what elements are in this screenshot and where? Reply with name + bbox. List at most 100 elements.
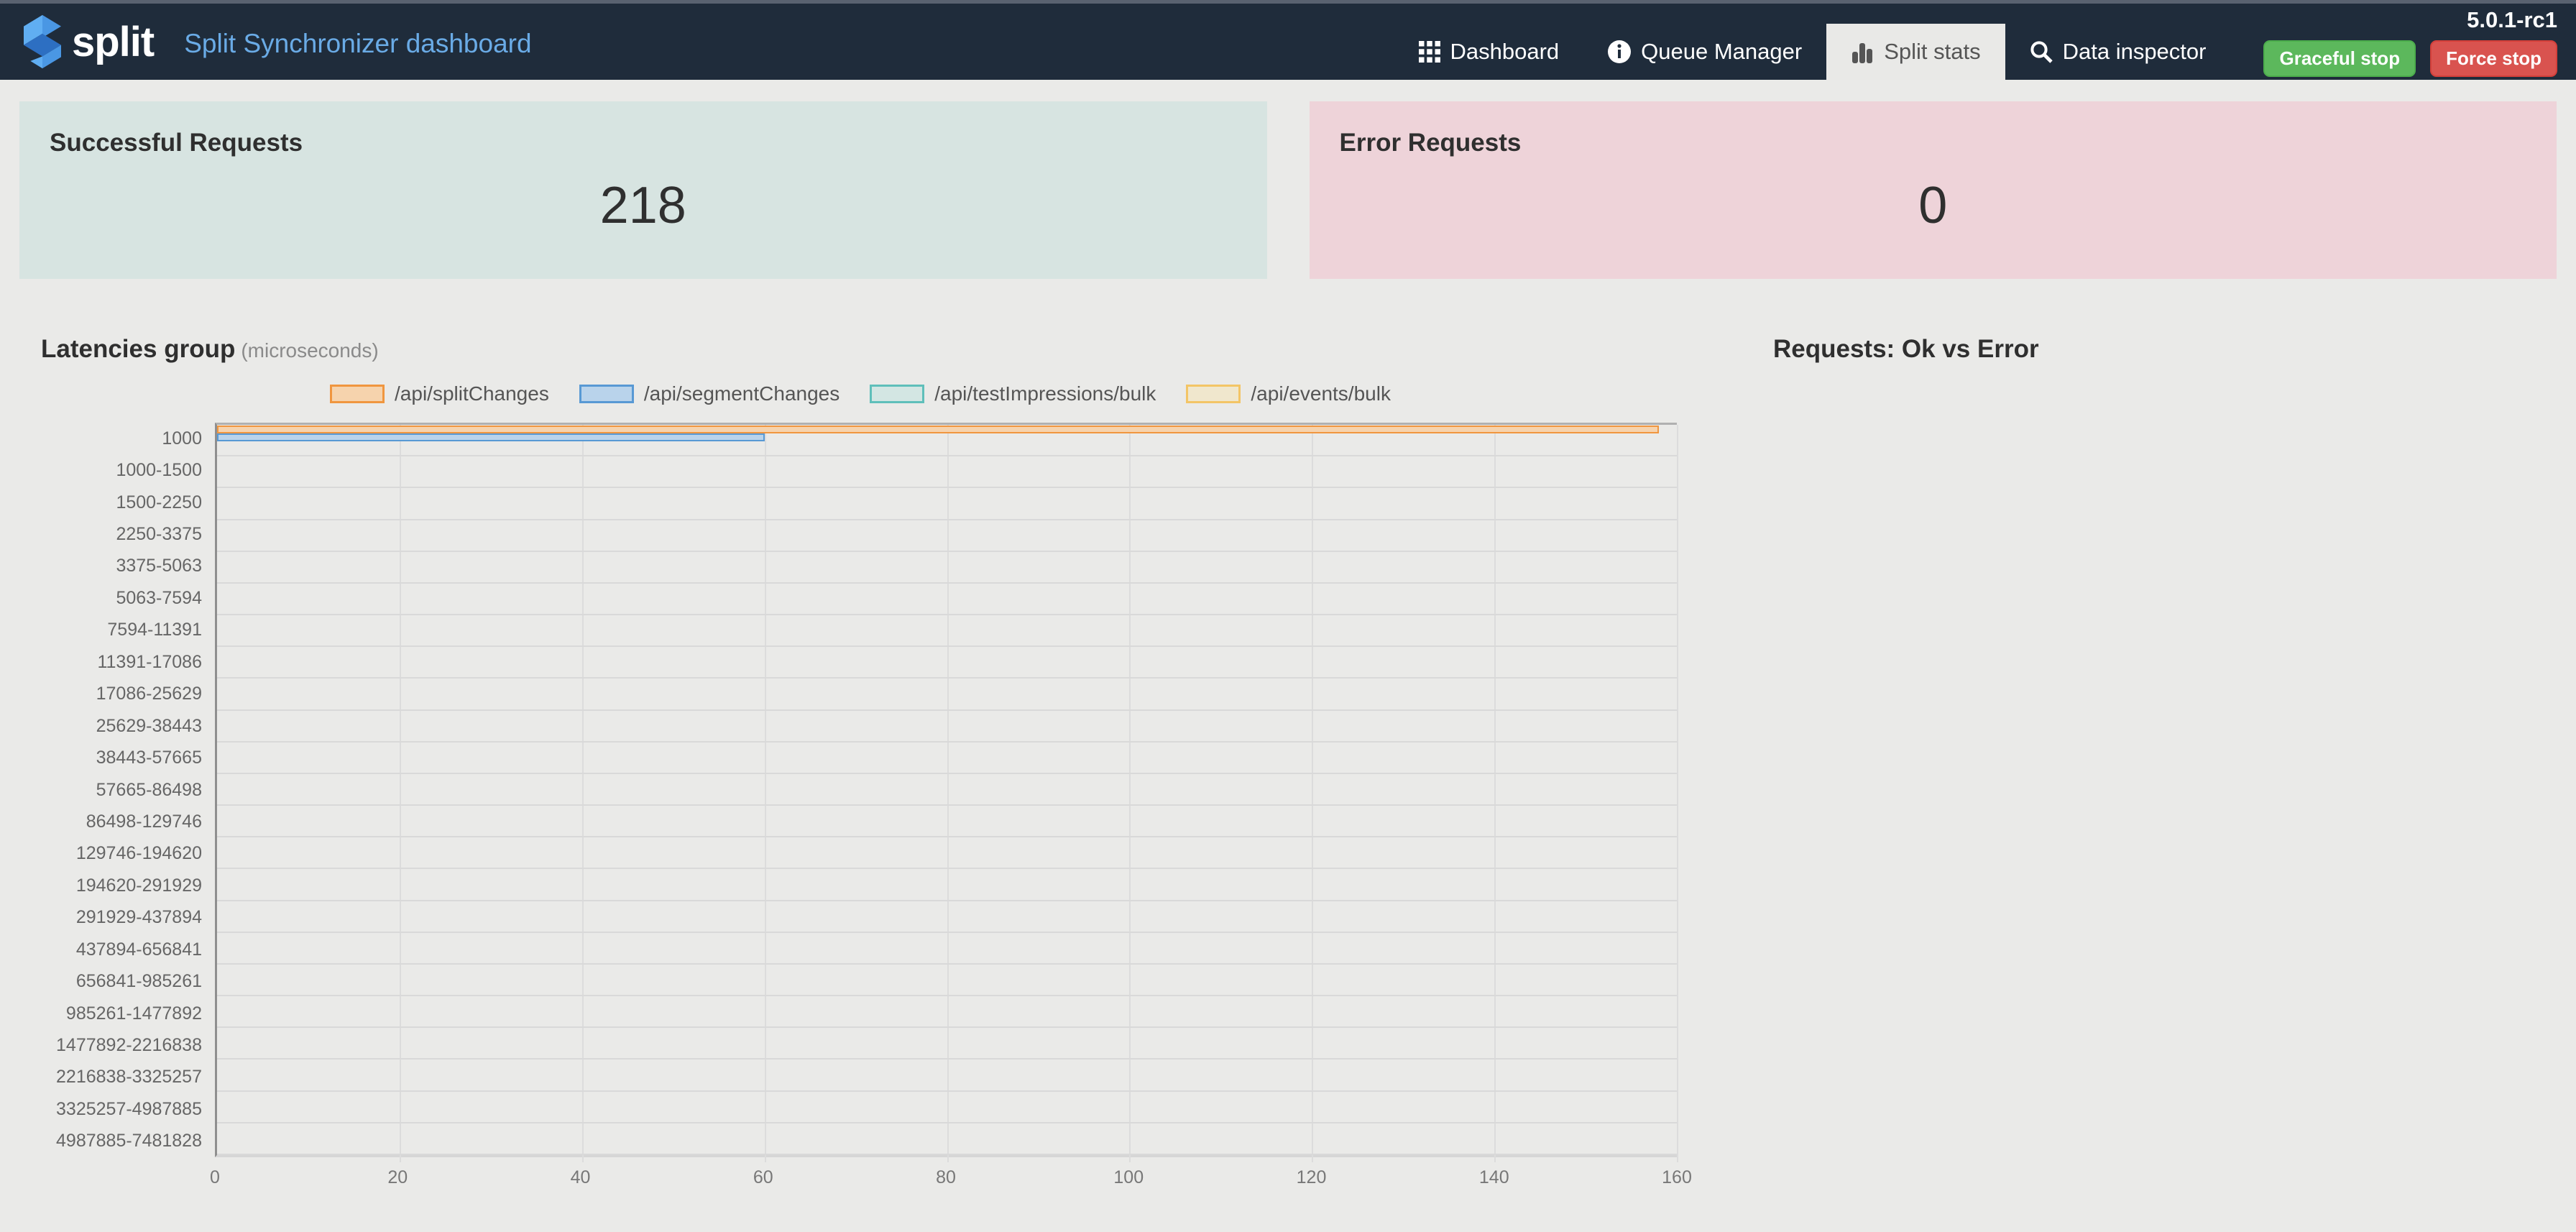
x-axis-label: 100 (1113, 1167, 1144, 1188)
bar-slot (217, 1146, 1677, 1154)
latencies-title-text: Latencies group (41, 335, 235, 363)
bar-slot (217, 901, 1677, 909)
stop-buttons: Graceful stop Force stop (2263, 40, 2557, 77)
bar-slot (217, 1107, 1677, 1115)
bar-slot (217, 885, 1677, 893)
bar-slot (217, 1139, 1677, 1146)
y-axis-label: 38443-57665 (19, 742, 215, 773)
bar-slot (217, 591, 1677, 599)
chart-row (217, 456, 1677, 488)
successful-requests-value: 218 (50, 176, 1237, 235)
bar-slot (217, 765, 1677, 773)
y-axis-label: 1000-1500 (19, 454, 215, 486)
chart-row (217, 679, 1677, 710)
y-axis-label: 57665-86498 (19, 774, 215, 806)
x-axis-label: 140 (1479, 1167, 1509, 1188)
error-requests-card: Error Requests 0 (1310, 101, 2557, 279)
latency-x-axis: 020406080100120140160 (215, 1157, 1677, 1193)
bar-slot (217, 535, 1677, 543)
nav-item-data-inspector[interactable]: Data inspector (2005, 24, 2231, 80)
charts-row: Latencies group(microseconds) /api/split… (19, 335, 2557, 1193)
y-axis-label: 2250-3375 (19, 518, 215, 550)
bar-slot (217, 464, 1677, 472)
latency-y-labels: 10001000-15001500-22502250-33753375-5063… (19, 423, 215, 1157)
bar-slot (217, 630, 1677, 638)
bar-slot (217, 789, 1677, 797)
bar-slot (217, 924, 1677, 932)
bar-slot (217, 1067, 1677, 1075)
legend-swatch-icon (1186, 385, 1241, 403)
bar-slot (217, 1019, 1677, 1027)
y-axis-label: 1000 (19, 423, 215, 454)
bar-slot (217, 955, 1677, 963)
error-requests-value: 0 (1340, 176, 2527, 235)
bar-slot (217, 711, 1677, 719)
brand-name: split (72, 18, 154, 66)
chart-row (217, 901, 1677, 933)
x-axis-label: 120 (1297, 1167, 1327, 1188)
bar-slot (217, 1092, 1677, 1100)
axis-corner-spacer (19, 1157, 215, 1193)
force-stop-button[interactable]: Force stop (2430, 40, 2557, 77)
chart-row (217, 1092, 1677, 1123)
bar-slot (217, 814, 1677, 822)
nav-item-queue-manager[interactable]: Queue Manager (1583, 24, 1826, 80)
bar-slot (217, 860, 1677, 868)
page-title: Split Synchronizer dashboard (184, 29, 531, 59)
graceful-stop-button[interactable]: Graceful stop (2263, 40, 2416, 77)
y-axis-label: 11391-17086 (19, 646, 215, 678)
chart-row (217, 996, 1677, 1028)
legend-swatch-icon (870, 385, 924, 403)
legend-label: /api/events/bulk (1251, 382, 1391, 405)
requests-chart-title: Requests: Ok vs Error (1773, 335, 2557, 364)
nav-item-label: Queue Manager (1641, 39, 1802, 65)
bar-slot (217, 806, 1677, 814)
bar-slot (217, 758, 1677, 766)
legend-item[interactable]: /api/events/bulk (1186, 382, 1391, 405)
bar-slot (217, 797, 1677, 805)
chart-row (217, 647, 1677, 679)
y-axis-label: 25629-38443 (19, 710, 215, 742)
requests-section: Requests: Ok vs Error (1701, 335, 2557, 1193)
x-axis-label: 160 (1662, 1167, 1692, 1188)
bar-slot (217, 655, 1677, 663)
bar-slot (217, 996, 1677, 1004)
info-icon (1608, 40, 1631, 63)
chart-row (217, 743, 1677, 774)
bar-slot (217, 1082, 1677, 1090)
bar-slot (217, 940, 1677, 948)
legend-item[interactable]: /api/testImpressions/bulk (870, 382, 1156, 405)
bar-slot (217, 503, 1677, 511)
gridline (1677, 425, 1678, 1162)
latencies-section: Latencies group(microseconds) /api/split… (19, 335, 1701, 1193)
bar-slot (217, 456, 1677, 464)
bar-slot (217, 781, 1677, 789)
nav-item-split-stats[interactable]: Split stats (1826, 24, 2005, 80)
bar-slot (217, 472, 1677, 479)
bar-slot (217, 821, 1677, 829)
bar-slot (217, 972, 1677, 980)
y-axis-label: 3325257-4987885 (19, 1093, 215, 1125)
legend-swatch-icon (579, 385, 634, 403)
bar-slot (217, 511, 1677, 519)
chart-row (217, 933, 1677, 965)
bar-slot (217, 694, 1677, 702)
nav-item-dashboard[interactable]: Dashboard (1394, 24, 1584, 80)
legend-item[interactable]: /api/segmentChanges (579, 382, 840, 405)
y-axis-label: 129746-194620 (19, 838, 215, 870)
bar-slot (217, 718, 1677, 726)
bar-slot (217, 750, 1677, 758)
nav-right: 5.0.1-rc1 Graceful stop Force stop (2263, 4, 2557, 80)
bar-slot (217, 440, 1677, 448)
bar-slot (217, 528, 1677, 535)
bar-slot (217, 1036, 1677, 1044)
bar-slot (217, 448, 1677, 456)
legend-label: /api/splitChanges (395, 382, 549, 405)
legend-item[interactable]: /api/splitChanges (330, 382, 549, 405)
bar-slot (217, 1114, 1677, 1122)
legend-label: /api/segmentChanges (644, 382, 840, 405)
nav-item-label: Dashboard (1450, 39, 1560, 65)
bar-slot (217, 488, 1677, 496)
y-axis-label: 985261-1477892 (19, 998, 215, 1029)
bar-slot (217, 774, 1677, 782)
